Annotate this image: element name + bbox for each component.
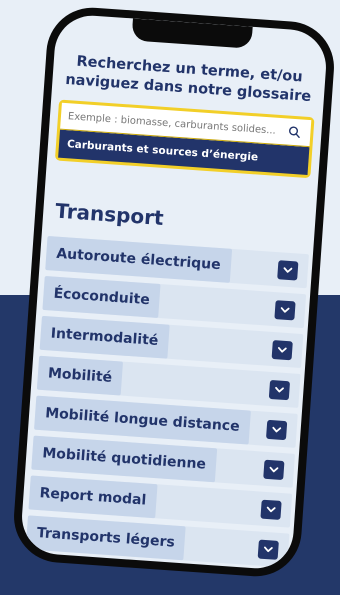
phone-screen: Recherchez un terme, et/ou naviguez dans…	[19, 13, 329, 571]
term-label: Écoconduite	[42, 275, 161, 318]
search-icon[interactable]	[288, 126, 301, 139]
term-label: Transports légers	[25, 515, 186, 561]
term-label: Intermodalité	[39, 315, 170, 359]
chevron-down-icon[interactable]	[268, 379, 291, 401]
term-label: Autoroute électrique	[45, 236, 232, 283]
phone-notch	[131, 18, 253, 49]
page-headline: Recherchez un terme, et/ou naviguez dans…	[64, 53, 312, 106]
chevron-down-icon[interactable]	[265, 419, 288, 441]
term-label: Report modal	[28, 475, 158, 519]
chevron-down-icon[interactable]	[263, 459, 285, 481]
term-label: Mobilité quotidienne	[31, 435, 218, 483]
section-title: Transport	[54, 198, 165, 231]
chevron-down-icon[interactable]	[271, 340, 293, 361]
phone-frame: Recherchez un terme, et/ou naviguez dans…	[10, 4, 338, 580]
chevron-down-icon[interactable]	[274, 300, 296, 321]
chevron-down-icon[interactable]	[257, 539, 279, 560]
term-list: Autoroute électrique Écoconduite Intermo…	[25, 236, 309, 571]
chevron-down-icon[interactable]	[277, 260, 299, 281]
search-panel: Carburants et sources d’énergie	[54, 99, 315, 179]
term-label: Mobilité	[36, 355, 124, 396]
chevron-down-icon[interactable]	[260, 499, 282, 520]
